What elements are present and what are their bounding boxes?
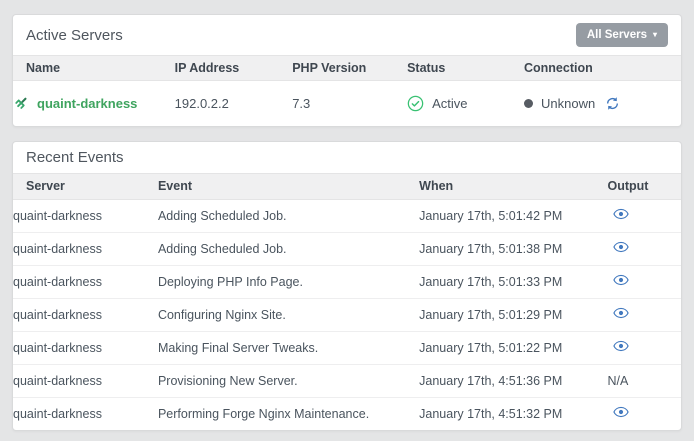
col-connection: Connection	[524, 56, 681, 81]
server-status-label: Active	[432, 96, 467, 111]
event-output-cell	[608, 199, 681, 232]
event-when-cell: January 17th, 5:01:33 PM	[419, 265, 607, 298]
view-output-eye-icon[interactable]	[613, 274, 629, 286]
event-description-cell: Adding Scheduled Job.	[158, 232, 419, 265]
view-output-eye-icon[interactable]	[613, 406, 629, 418]
event-row: quaint-darkness Deploying PHP Info Page.…	[13, 265, 681, 298]
connection-unknown-dot-icon	[524, 99, 533, 108]
event-output-cell	[608, 397, 681, 430]
event-description-cell: Making Final Server Tweaks.	[158, 331, 419, 364]
recent-events-title: Recent Events	[26, 149, 124, 166]
event-row: quaint-darkness Making Final Server Twea…	[13, 331, 681, 364]
event-server-cell: quaint-darkness	[13, 298, 158, 331]
event-when-cell: January 17th, 4:51:36 PM	[419, 364, 607, 397]
event-when-cell: January 17th, 5:01:29 PM	[419, 298, 607, 331]
event-row: quaint-darkness Adding Scheduled Job. Ja…	[13, 232, 681, 265]
server-name-cell: quaint-darkness	[13, 81, 175, 126]
dashboard: Active Servers All Servers ▾ Name IP Add…	[0, 0, 694, 431]
active-servers-title: Active Servers	[26, 27, 123, 44]
event-server-cell: quaint-darkness	[13, 331, 158, 364]
event-output-cell: N/A	[608, 364, 681, 397]
all-servers-filter-button[interactable]: All Servers ▾	[576, 23, 668, 47]
event-when-cell: January 17th, 5:01:22 PM	[419, 331, 607, 364]
event-description-cell: Configuring Nginx Site.	[158, 298, 419, 331]
event-output-cell	[608, 232, 681, 265]
recent-events-table: Server Event When Output quaint-darkness…	[13, 173, 681, 431]
event-server-cell: quaint-darkness	[13, 265, 158, 298]
event-description-cell: Provisioning New Server.	[158, 364, 419, 397]
col-event: Event	[158, 173, 419, 199]
server-connection-cell: Unknown	[524, 81, 681, 126]
event-output-cell	[608, 331, 681, 364]
col-php-version: PHP Version	[292, 56, 407, 81]
event-when-cell: January 17th, 5:01:38 PM	[419, 232, 607, 265]
event-server-cell: quaint-darkness	[13, 232, 158, 265]
event-when-cell: January 17th, 5:01:42 PM	[419, 199, 607, 232]
event-row: quaint-darkness Configuring Nginx Site. …	[13, 298, 681, 331]
event-description-cell: Adding Scheduled Job.	[158, 199, 419, 232]
server-status-cell: Active	[407, 81, 524, 126]
server-name-link[interactable]: quaint-darkness	[37, 96, 137, 111]
server-php-cell: 7.3	[292, 81, 407, 126]
col-output: Output	[608, 173, 681, 199]
forge-server-icon	[13, 95, 29, 111]
event-server-cell: quaint-darkness	[13, 364, 158, 397]
view-output-eye-icon[interactable]	[613, 241, 629, 253]
server-row: quaint-darkness 192.0.2.2 7.3	[13, 81, 681, 126]
col-when: When	[419, 173, 607, 199]
all-servers-filter-label: All Servers	[587, 29, 647, 41]
view-output-eye-icon[interactable]	[613, 340, 629, 352]
event-row: quaint-darkness Performing Forge Nginx M…	[13, 397, 681, 430]
active-servers-panel: Active Servers All Servers ▾ Name IP Add…	[12, 14, 682, 127]
event-output-cell	[608, 298, 681, 331]
check-circle-icon	[407, 95, 424, 112]
col-server: Server	[13, 173, 158, 199]
recent-events-header-row: Server Event When Output	[13, 173, 681, 199]
event-server-cell: quaint-darkness	[13, 199, 158, 232]
event-row: quaint-darkness Provisioning New Server.…	[13, 364, 681, 397]
event-server-cell: quaint-darkness	[13, 397, 158, 430]
chevron-down-icon: ▾	[653, 31, 657, 39]
col-status: Status	[407, 56, 524, 81]
event-description-cell: Performing Forge Nginx Maintenance.	[158, 397, 419, 430]
active-servers-header-row: Name IP Address PHP Version Status Conne…	[13, 56, 681, 81]
event-description-cell: Deploying PHP Info Page.	[158, 265, 419, 298]
server-connection-label: Unknown	[541, 96, 595, 111]
active-servers-header: Active Servers All Servers ▾	[13, 15, 681, 55]
recent-events-panel: Recent Events Server Event When Output q…	[12, 141, 682, 432]
server-ip-cell: 192.0.2.2	[175, 81, 293, 126]
view-output-eye-icon[interactable]	[613, 307, 629, 319]
refresh-connection-icon[interactable]	[605, 96, 620, 111]
event-row: quaint-darkness Adding Scheduled Job. Ja…	[13, 199, 681, 232]
active-servers-table: Name IP Address PHP Version Status Conne…	[13, 55, 681, 126]
col-ip-address: IP Address	[175, 56, 293, 81]
event-output-cell	[608, 265, 681, 298]
event-when-cell: January 17th, 4:51:32 PM	[419, 397, 607, 430]
view-output-eye-icon[interactable]	[613, 208, 629, 220]
col-name: Name	[13, 56, 175, 81]
recent-events-header: Recent Events	[13, 142, 681, 173]
